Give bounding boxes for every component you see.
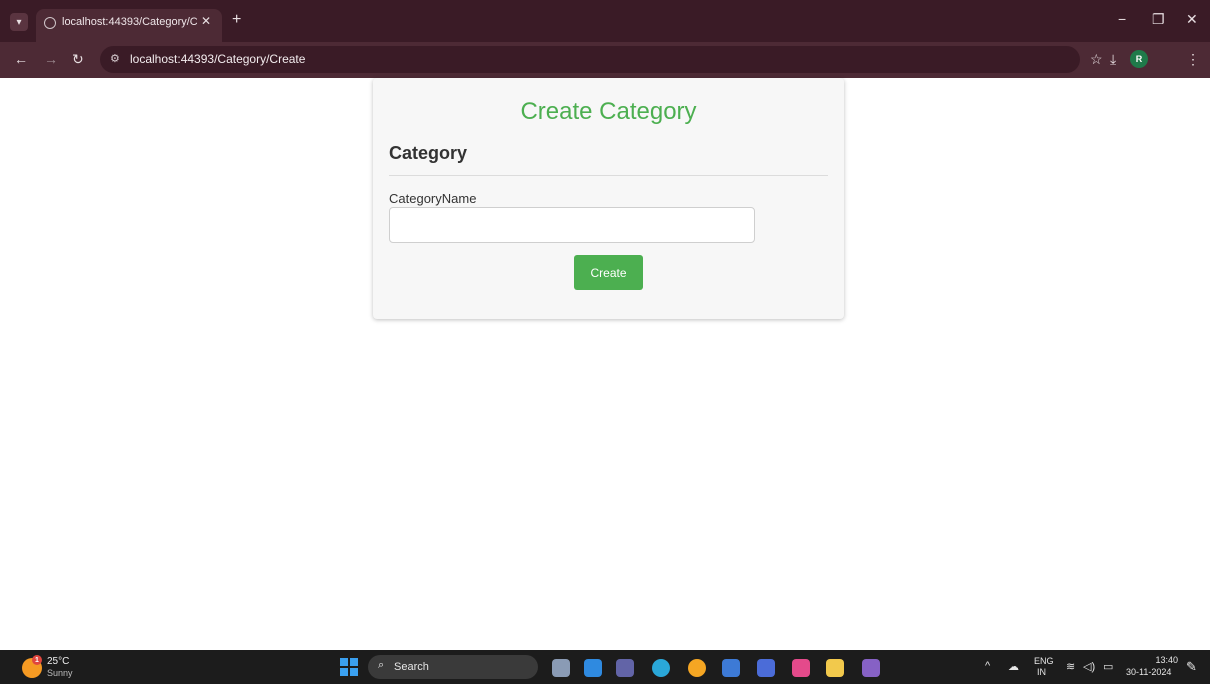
browser-toolbar: ← → ↻ ⚙ localhost:44393/Category/Create …: [0, 42, 1210, 78]
weather-temperature[interactable]: 25°C: [47, 656, 69, 667]
globe-icon: [44, 17, 56, 29]
copilot-icon[interactable]: [584, 659, 602, 677]
file-explorer-icon[interactable]: [826, 659, 844, 677]
chrome-icon[interactable]: [688, 659, 706, 677]
tray-overflow-icon[interactable]: ^: [985, 660, 990, 672]
store-icon[interactable]: [722, 659, 740, 677]
azure-data-studio-icon[interactable]: [757, 659, 775, 677]
category-name-input[interactable]: [389, 207, 755, 243]
profile-avatar[interactable]: R: [1130, 50, 1148, 68]
create-category-card: Create Category Category CategoryName Cr…: [373, 78, 844, 319]
bookmark-star-icon[interactable]: ☆: [1090, 51, 1103, 68]
browser-tab-strip: ▾ localhost:44393/Category/Crea ✕ + − ❐ …: [0, 0, 1210, 42]
search-label: Search: [394, 661, 429, 673]
language-region[interactable]: IN: [1037, 667, 1046, 677]
clock-date[interactable]: 30-11-2024: [1126, 667, 1171, 677]
wifi-icon[interactable]: ≋: [1066, 660, 1075, 673]
windows-start-icon[interactable]: [340, 658, 358, 676]
notifications-icon[interactable]: ✎: [1186, 659, 1197, 675]
weather-alert-badge: 1: [32, 655, 42, 665]
onedrive-icon[interactable]: ☁: [1008, 660, 1019, 673]
window-close-icon[interactable]: ✕: [1186, 11, 1198, 28]
task-view-icon[interactable]: [552, 659, 570, 677]
volume-icon[interactable]: ◁): [1083, 660, 1095, 673]
search-icon: ⌕: [378, 659, 385, 671]
back-icon[interactable]: ←: [14, 51, 28, 67]
page-title: Create Category: [520, 98, 697, 125]
section-heading: Category: [389, 143, 468, 163]
browser-menu-icon[interactable]: ⋮: [1186, 51, 1200, 68]
url-text[interactable]: localhost:44393/Category/Create: [130, 52, 305, 66]
tab-title: localhost:44393/Category/Crea: [62, 16, 197, 28]
instagram-icon[interactable]: [792, 659, 810, 677]
forward-icon[interactable]: →: [44, 51, 58, 67]
edge-icon[interactable]: [652, 659, 670, 677]
windows-taskbar: 1 25°C Sunny ⌕ Search ^ ☁ ENG IN ≋ ◁) ▭ …: [0, 650, 1210, 684]
taskbar-search[interactable]: ⌕ Search: [368, 655, 538, 679]
minimize-icon[interactable]: −: [1118, 11, 1126, 27]
weather-condition[interactable]: Sunny: [47, 668, 73, 678]
download-icon[interactable]: ⤓: [1110, 51, 1116, 68]
battery-icon[interactable]: ▭: [1103, 660, 1113, 673]
visual-studio-icon[interactable]: [862, 659, 880, 677]
browser-tab-active[interactable]: localhost:44393/Category/Crea ✕: [36, 9, 222, 42]
reload-icon[interactable]: ↻: [72, 51, 84, 68]
restore-icon[interactable]: ❐: [1152, 11, 1165, 28]
tab-list-button[interactable]: ▾: [10, 13, 28, 31]
divider: [389, 175, 828, 176]
teams-icon[interactable]: [616, 659, 634, 677]
tab-close-icon[interactable]: ✕: [201, 14, 211, 28]
address-bar[interactable]: ⚙ localhost:44393/Category/Create: [100, 46, 1080, 73]
new-tab-button[interactable]: +: [232, 11, 241, 29]
create-button[interactable]: Create: [574, 255, 643, 290]
clock-time[interactable]: 13:40: [1148, 655, 1178, 665]
language-indicator[interactable]: ENG: [1034, 656, 1054, 666]
site-info-icon[interactable]: ⚙: [110, 52, 120, 65]
category-name-label: CategoryName: [389, 191, 477, 206]
